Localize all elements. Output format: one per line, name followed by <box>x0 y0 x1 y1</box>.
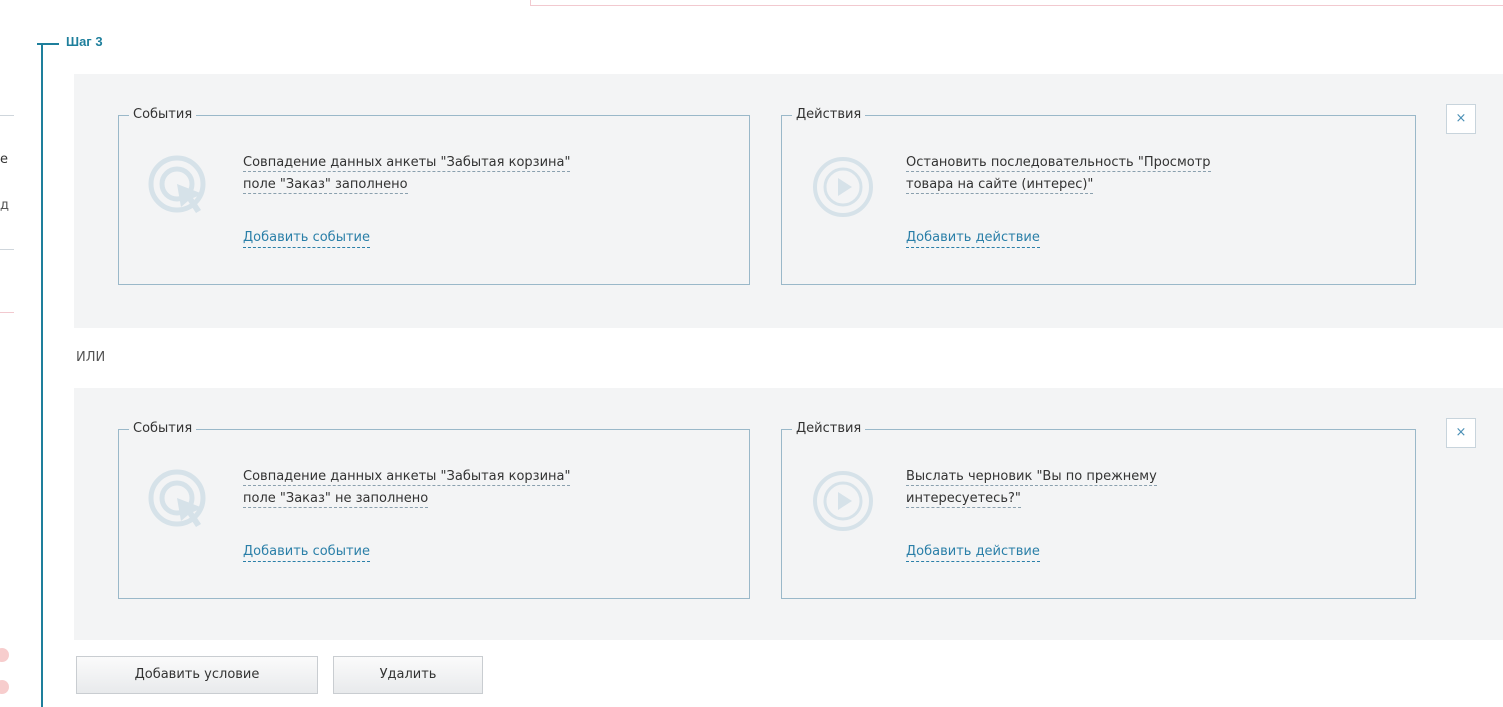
events-fieldset: События Совпадение данных анкеты "Забыта… <box>118 421 750 599</box>
step-timeline-bar <box>41 44 43 707</box>
add-action-link[interactable]: Добавить действие <box>906 544 1040 562</box>
remove-condition-button[interactable]: × <box>1446 104 1476 134</box>
play-icon <box>813 471 873 531</box>
target-icon <box>148 469 206 527</box>
background-decoration <box>0 648 9 662</box>
background-text-fragment: д <box>0 198 9 213</box>
action-item[interactable]: Выслать черновик "Вы по прежнему интерес… <box>906 466 1386 510</box>
remove-condition-button[interactable]: × <box>1446 418 1476 448</box>
actions-fieldset: Действия Выслать черновик "Вы по прежнем… <box>781 421 1416 599</box>
actions-legend: Действия <box>792 421 866 437</box>
events-fieldset: События Совпадение данных анкеты "Забыта… <box>118 107 750 285</box>
actions-legend: Действия <box>792 107 866 123</box>
add-event-link[interactable]: Добавить событие <box>243 544 370 562</box>
condition-panel: События Совпадение данных анкеты "Забыта… <box>74 388 1503 640</box>
step-collapse-toggle[interactable] <box>37 43 59 45</box>
condition-panel: События Совпадение данных анкеты "Забыта… <box>74 74 1503 328</box>
background-panel-edge <box>0 115 14 250</box>
or-separator: ИЛИ <box>76 350 106 365</box>
action-item[interactable]: Остановить последовательность "Просмотр … <box>906 152 1386 196</box>
events-legend: События <box>129 107 197 123</box>
step-title[interactable]: Шаг 3 <box>66 34 103 49</box>
add-action-link[interactable]: Добавить действие <box>906 230 1040 248</box>
delete-step-button[interactable]: Удалить <box>333 656 483 694</box>
play-icon <box>813 157 873 217</box>
events-legend: События <box>129 421 197 437</box>
actions-fieldset: Действия Остановить последовательность "… <box>781 107 1416 285</box>
background-decoration <box>0 680 9 694</box>
event-item[interactable]: Совпадение данных анкеты "Забытая корзин… <box>243 152 723 196</box>
background-divider <box>0 312 14 313</box>
event-item[interactable]: Совпадение данных анкеты "Забытая корзин… <box>243 466 723 510</box>
add-event-link[interactable]: Добавить событие <box>243 230 370 248</box>
add-condition-button[interactable]: Добавить условие <box>76 656 318 694</box>
background-text-fragment: е <box>0 152 8 167</box>
target-icon <box>148 155 206 213</box>
background-divider <box>530 5 1503 6</box>
